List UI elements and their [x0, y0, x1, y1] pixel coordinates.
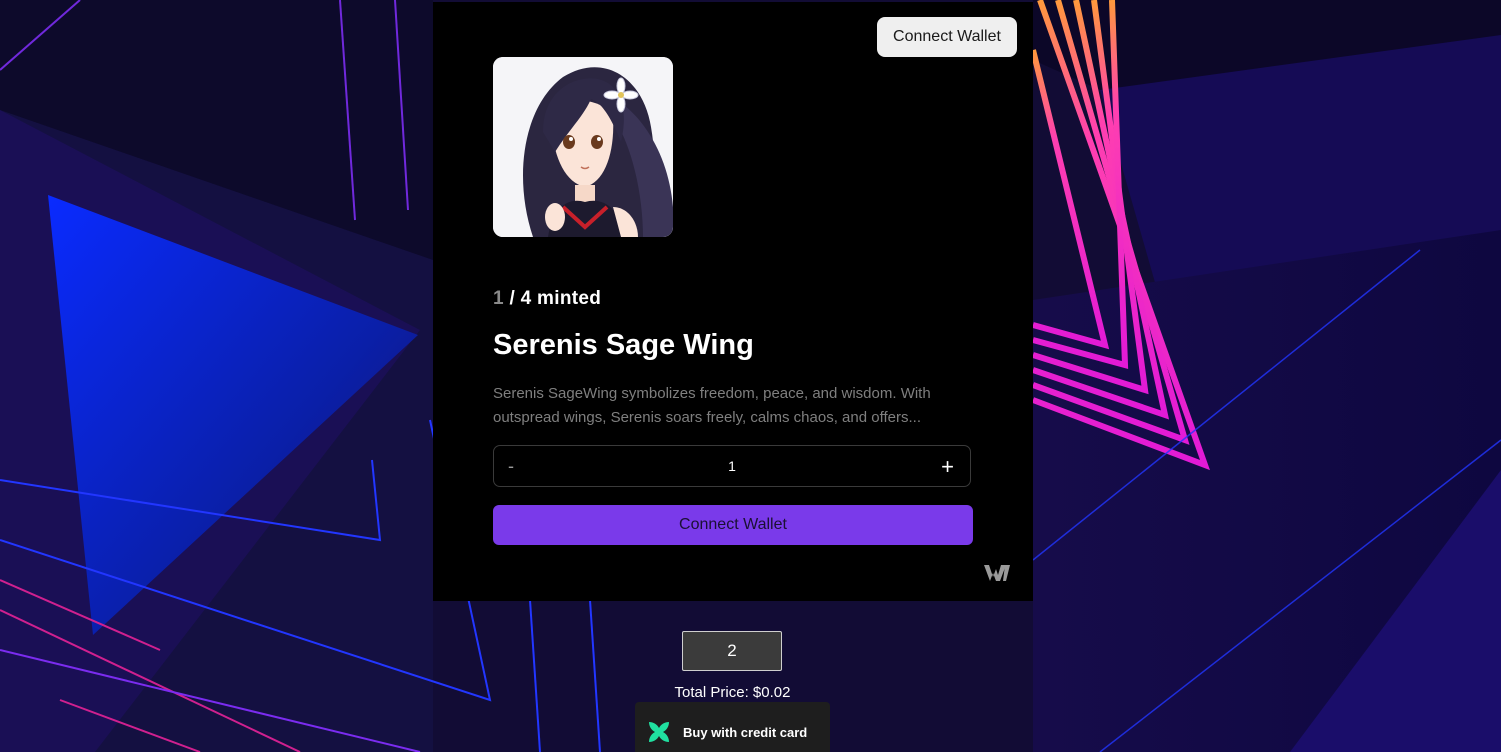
increment-button[interactable]: + — [941, 454, 954, 480]
purchase-quantity-input[interactable] — [682, 631, 782, 671]
nft-image — [493, 57, 673, 237]
thirdweb-logo-icon — [984, 565, 1010, 581]
nft-drop-card: Connect Wallet 1 / 4 minted Serenis Sage… — [433, 2, 1033, 601]
nft-description: Serenis SageWing symbolizes freedom, pea… — [493, 385, 931, 426]
crossmint-icon — [649, 722, 669, 742]
quantity-stepper: - 1 + — [493, 445, 971, 487]
minted-counter: 1 / 4 minted — [493, 288, 601, 310]
minted-count: 1 — [493, 288, 504, 309]
nft-title: Serenis Sage Wing — [493, 329, 754, 361]
header-connect-wallet-button[interactable]: Connect Wallet — [877, 17, 1017, 57]
buy-with-credit-card-button[interactable]: Buy with credit card — [635, 702, 830, 752]
quantity-value: 1 — [728, 458, 736, 474]
minted-total: / 4 minted — [503, 288, 602, 309]
connect-wallet-button[interactable]: Connect Wallet — [493, 505, 973, 545]
total-price: Total Price: $0.02 — [674, 684, 791, 701]
buy-with-credit-card-label: Buy with credit card — [683, 725, 808, 740]
